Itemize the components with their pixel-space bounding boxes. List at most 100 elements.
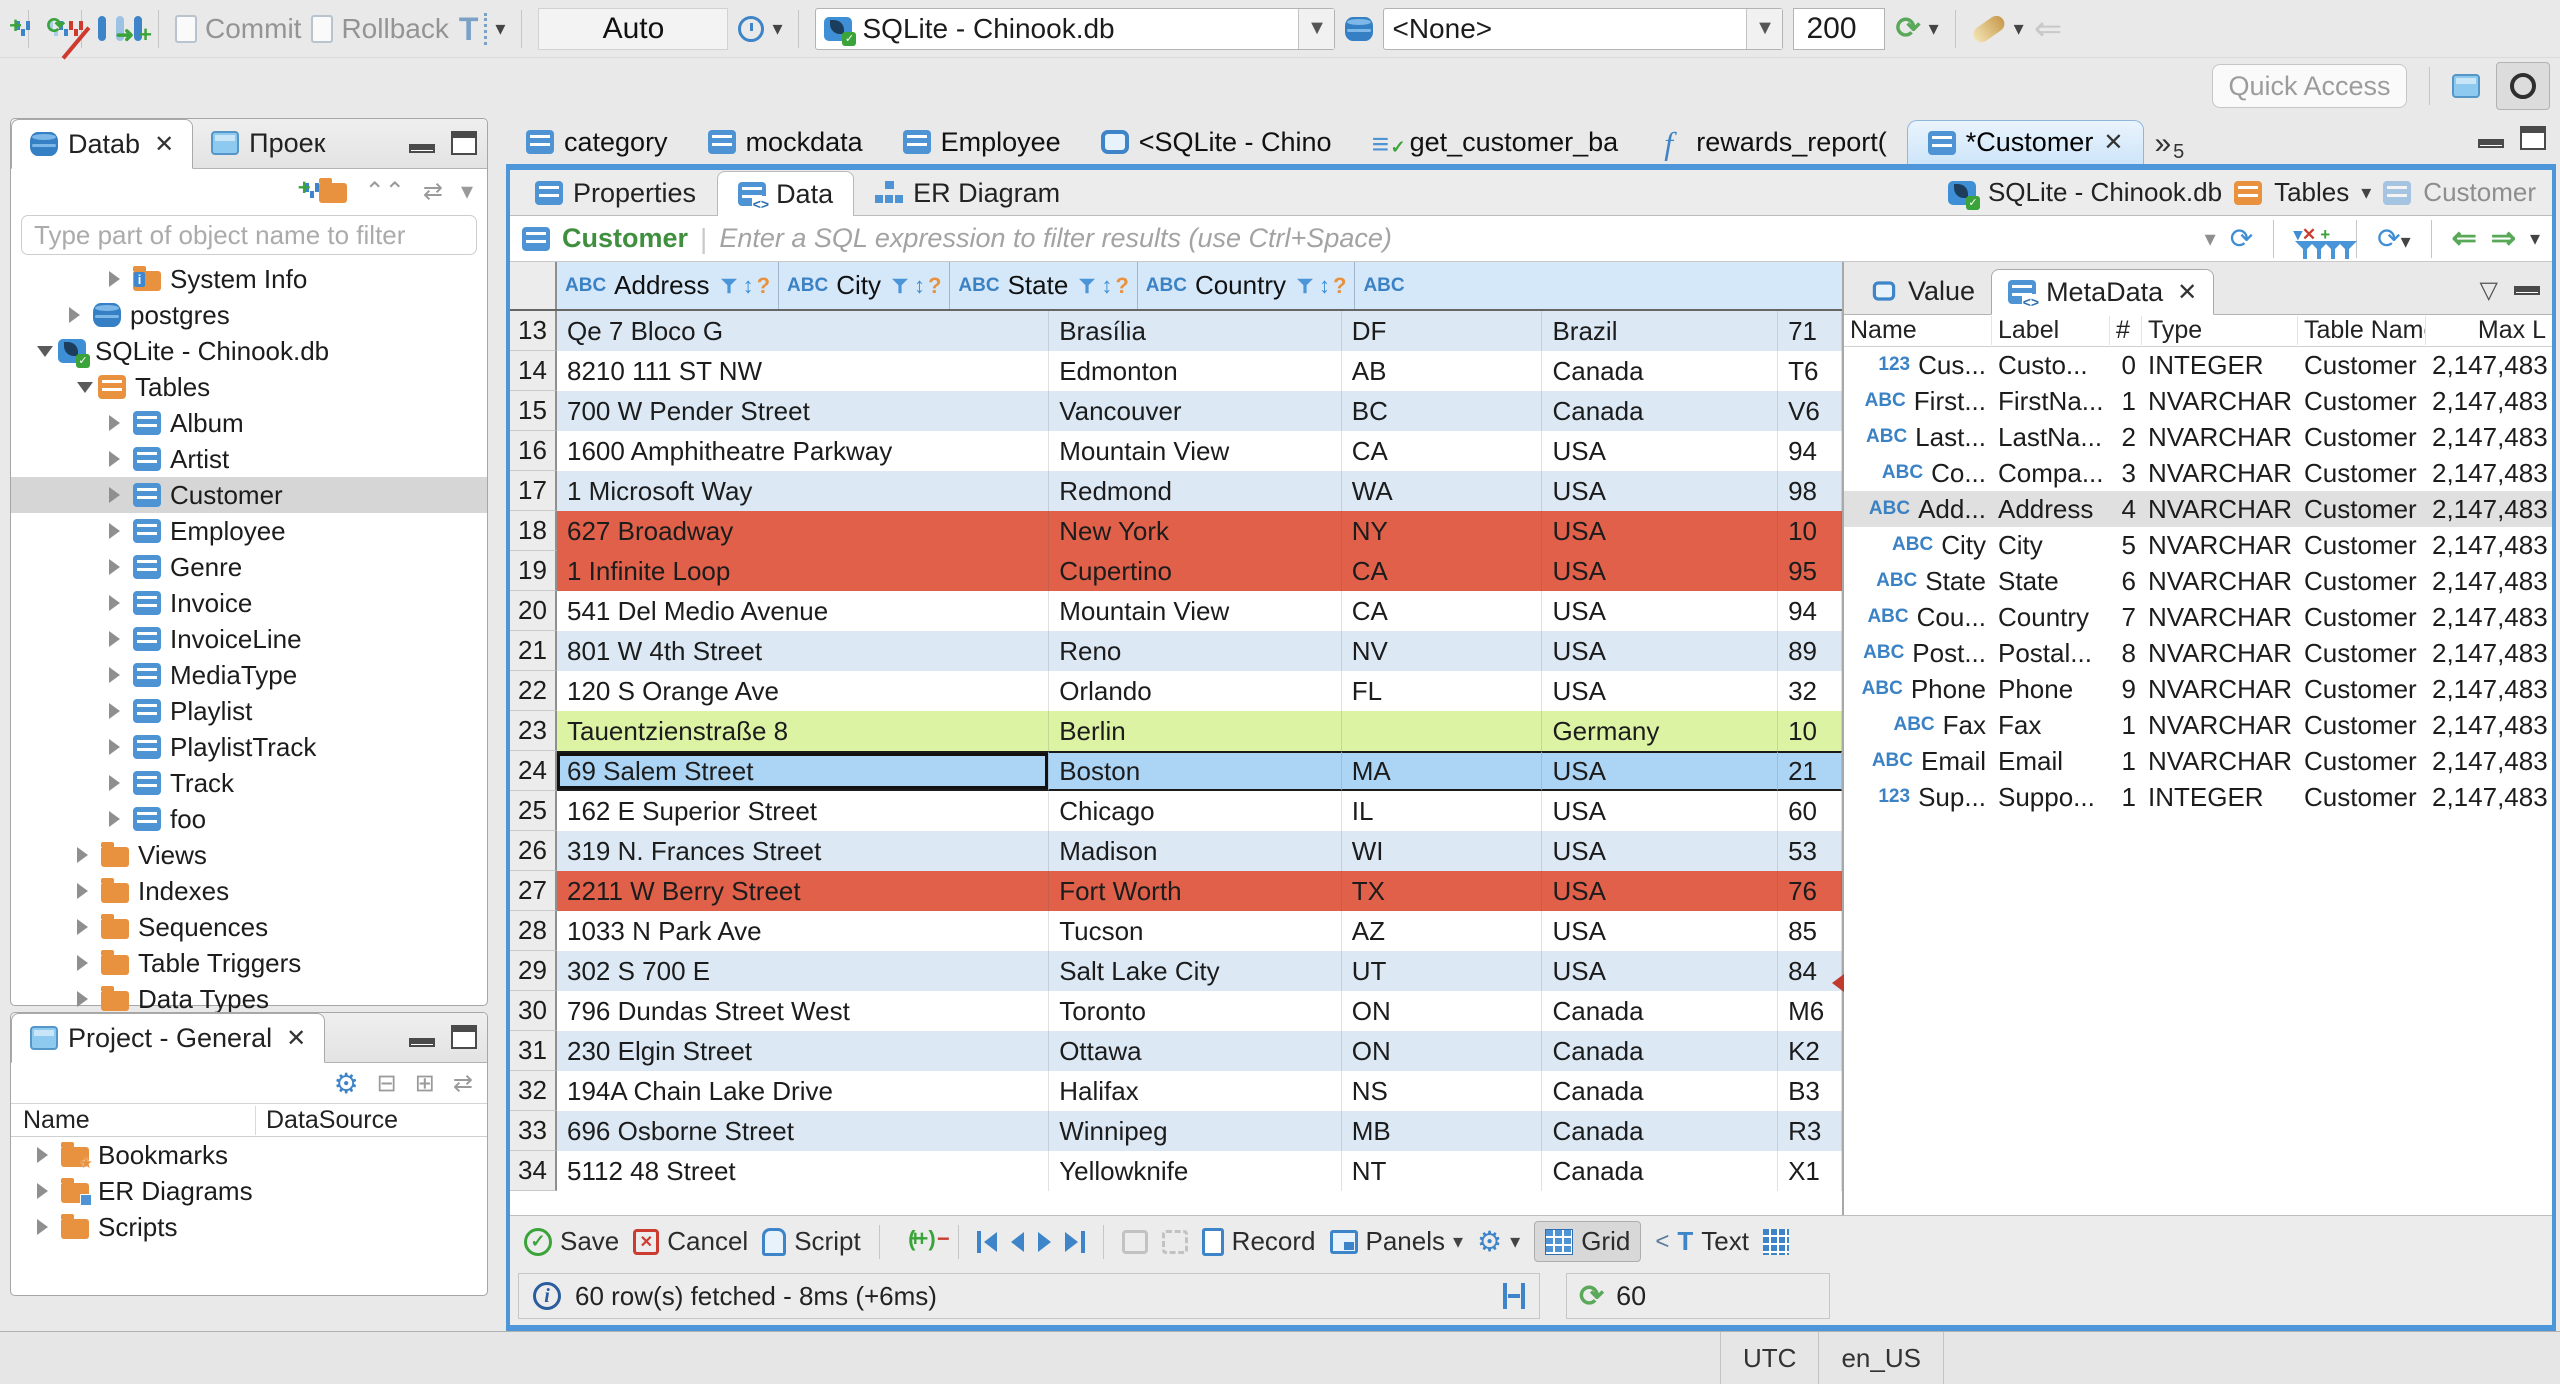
new-folder-icon[interactable] bbox=[318, 177, 347, 203]
cell-address[interactable]: 69 Salem Street bbox=[557, 751, 1050, 791]
grid-corner[interactable] bbox=[510, 262, 557, 309]
expand-arrow-icon[interactable] bbox=[77, 847, 96, 863]
script-button[interactable]: Script bbox=[762, 1226, 861, 1257]
cell-state[interactable]: NY bbox=[1341, 511, 1543, 551]
cell-city[interactable]: Ottawa bbox=[1049, 1031, 1342, 1071]
metadata-row[interactable]: 123 Cus... Custo... 0 INTEGER Customer 2,… bbox=[1844, 347, 2552, 383]
cell-extra[interactable]: R3 bbox=[1778, 1111, 1842, 1151]
row-number[interactable]: 16 bbox=[510, 431, 557, 471]
subtab[interactable]: ER Diagram bbox=[854, 170, 1081, 215]
expand-arrow-icon[interactable] bbox=[109, 703, 128, 719]
column-header-type[interactable]: Type bbox=[2142, 316, 2298, 345]
cell-country[interactable]: Canada bbox=[1542, 991, 1779, 1031]
row-number[interactable]: 30 bbox=[510, 991, 557, 1031]
grid-view-button[interactable]: Grid bbox=[1534, 1221, 1642, 1262]
cell-address[interactable]: 162 E Superior Street bbox=[557, 791, 1050, 831]
object-filter-input[interactable]: Type part of object name to filter bbox=[21, 215, 477, 255]
new-sql-editor-button[interactable]: + bbox=[134, 15, 152, 45]
row-number[interactable]: 26 bbox=[510, 831, 557, 871]
settings-button[interactable]: ⚙ ▾ bbox=[1477, 1225, 1520, 1258]
cell-state[interactable]: CA bbox=[1341, 551, 1543, 591]
cell-city[interactable]: Berlin bbox=[1049, 711, 1342, 751]
cell-address[interactable]: 696 Osborne Street bbox=[557, 1111, 1050, 1151]
cell-state[interactable]: MB bbox=[1341, 1111, 1543, 1151]
row-number[interactable]: 15 bbox=[510, 391, 557, 431]
column-header[interactable]: ABC Country ↕ ? bbox=[1138, 262, 1356, 309]
sql-editor-button[interactable] bbox=[98, 15, 106, 41]
filter-icon[interactable] bbox=[1296, 277, 1314, 295]
cell-city[interactable]: Vancouver bbox=[1049, 391, 1342, 431]
cell-country[interactable]: USA bbox=[1542, 831, 1779, 871]
cell-city[interactable]: Cupertino bbox=[1049, 551, 1342, 591]
cell-city[interactable]: Winnipeg bbox=[1049, 1111, 1342, 1151]
metadata-row[interactable]: ABC First... FirstNa... 1 NVARCHAR Custom… bbox=[1844, 383, 2552, 419]
fit-width-icon[interactable] bbox=[1503, 1283, 1525, 1309]
editor-tab[interactable]: rewards_report( ✕ bbox=[1638, 120, 1907, 164]
tree-item[interactable]: Track bbox=[11, 765, 487, 801]
row-number[interactable]: 13 bbox=[510, 311, 557, 351]
more-tabs-button[interactable]: » 5 bbox=[2144, 127, 2194, 164]
cell-city[interactable]: Orlando bbox=[1049, 671, 1342, 711]
next-row-button[interactable] bbox=[1037, 1231, 1051, 1252]
connection-select-arrow[interactable]: ▼ bbox=[1298, 8, 1335, 49]
cell-country[interactable]: USA bbox=[1542, 871, 1779, 911]
row-number[interactable]: 31 bbox=[510, 1031, 557, 1071]
editor-tab[interactable]: Employee ✕ bbox=[883, 120, 1081, 164]
cell-city[interactable]: Halifax bbox=[1049, 1071, 1342, 1111]
expand-icon[interactable]: ⊞ bbox=[415, 1069, 435, 1098]
cell-extra[interactable]: 10 bbox=[1778, 511, 1842, 551]
row-number[interactable]: 25 bbox=[510, 791, 557, 831]
filter-table-name[interactable]: Customer bbox=[562, 223, 688, 254]
cell-state[interactable]: NT bbox=[1341, 1151, 1543, 1191]
expand-arrow-icon[interactable] bbox=[109, 811, 128, 827]
expand-arrow-icon[interactable] bbox=[109, 559, 128, 575]
expand-arrow-icon[interactable] bbox=[109, 271, 128, 287]
filter-icon[interactable] bbox=[1079, 277, 1097, 295]
row-number[interactable]: 18 bbox=[510, 511, 557, 551]
expand-arrow-icon[interactable] bbox=[69, 307, 88, 323]
cell-state[interactable]: CA bbox=[1341, 591, 1543, 631]
cell-state[interactable]: ON bbox=[1341, 1031, 1543, 1071]
metadata-row[interactable]: ABC Email Email 1 NVARCHAR Customer 2,147… bbox=[1844, 743, 2552, 779]
cell-address[interactable]: 801 W 4th Street bbox=[557, 631, 1050, 671]
cell-extra[interactable]: 98 bbox=[1778, 471, 1842, 511]
cell-address[interactable]: 1 Infinite Loop bbox=[557, 551, 1050, 591]
cell-country[interactable]: Germany bbox=[1542, 711, 1779, 751]
transaction-mode-button[interactable]: T ▾ bbox=[459, 12, 505, 45]
column-header-name[interactable]: Name bbox=[1844, 316, 1992, 345]
cell-country[interactable]: USA bbox=[1542, 631, 1779, 671]
calc-panel-icon[interactable] bbox=[1762, 1228, 1789, 1255]
expand-arrow-icon[interactable] bbox=[77, 919, 96, 935]
fetch-next-icon[interactable]: ⇒ bbox=[2491, 221, 2516, 256]
tree-item[interactable]: Sequences bbox=[11, 909, 487, 945]
cell-extra[interactable]: 71 bbox=[1778, 311, 1842, 351]
cell-extra[interactable]: 21 bbox=[1778, 751, 1842, 791]
schema-select[interactable]: <None> ▼ bbox=[1383, 7, 1784, 50]
editor-tab[interactable]: <SQLite - Chino ✕ bbox=[1081, 120, 1352, 164]
cell-address[interactable]: 120 S Orange Ave bbox=[557, 671, 1050, 711]
close-icon[interactable]: ✕ bbox=[154, 130, 174, 159]
tree-item[interactable]: Genre bbox=[11, 549, 487, 585]
breadcrumb-entity[interactable]: Customer bbox=[2423, 177, 2536, 208]
cell-state[interactable]: AZ bbox=[1341, 911, 1543, 951]
subtab[interactable]: Data bbox=[717, 171, 855, 216]
filter-dropdown-icon[interactable]: ▾ bbox=[2205, 226, 2216, 252]
cell-state[interactable]: AB bbox=[1341, 351, 1543, 391]
cell-extra[interactable]: V6 bbox=[1778, 391, 1842, 431]
save-button[interactable]: ✓ Save bbox=[524, 1226, 619, 1257]
expand-arrow-icon[interactable] bbox=[37, 1183, 56, 1199]
metadata-row[interactable]: ABC Cou... Country 7 NVARCHAR Customer 2,… bbox=[1844, 599, 2552, 635]
tab-metadata[interactable]: MetaData ✕ bbox=[1991, 269, 2215, 315]
cell-city[interactable]: Reno bbox=[1049, 631, 1342, 671]
row-number[interactable]: 19 bbox=[510, 551, 557, 591]
expand-arrow-icon[interactable] bbox=[77, 381, 93, 401]
cell-address[interactable]: 2211 W Berry Street bbox=[557, 871, 1050, 911]
tree-item[interactable]: Bookmarks bbox=[11, 1137, 487, 1173]
cell-address[interactable]: 796 Dundas Street West bbox=[557, 991, 1050, 1031]
editor-tab[interactable]: category ✕ bbox=[506, 120, 688, 164]
cell-state[interactable]: UT bbox=[1341, 951, 1543, 991]
cell-state[interactable]: NV bbox=[1341, 631, 1543, 671]
view-menu-icon[interactable]: ▽ bbox=[2480, 276, 2498, 305]
open-sql-script-button[interactable]: ➜ bbox=[116, 15, 134, 45]
tree-item[interactable]: ER Diagrams bbox=[11, 1173, 487, 1209]
